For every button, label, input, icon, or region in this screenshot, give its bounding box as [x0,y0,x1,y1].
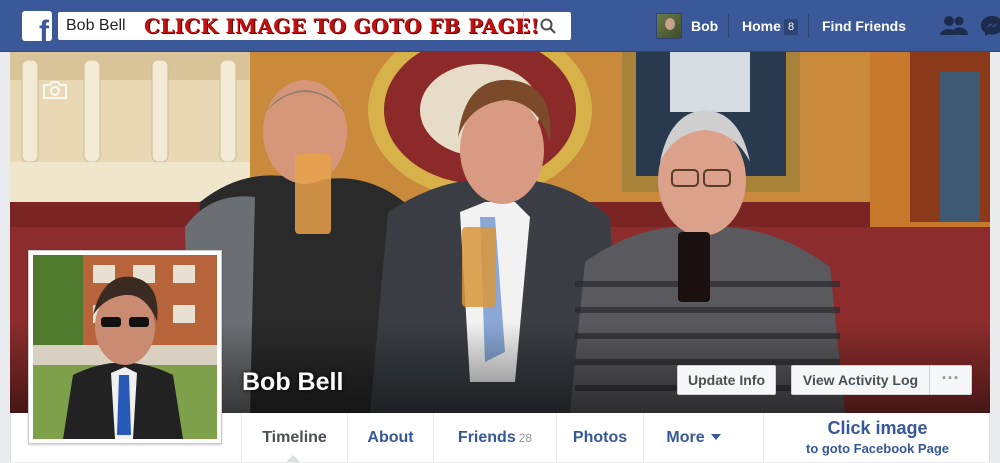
more-options-button[interactable]: ··· [929,365,972,395]
update-info-button[interactable]: Update Info [677,365,776,395]
search-input[interactable]: Bob Bell [66,17,126,35]
messages-icon[interactable] [980,15,1000,37]
top-navigation-bar: f Bob Bell CLICK IMAGE TO GOTO FB PAGE! … [0,0,1000,52]
more-caret-icon [710,434,721,440]
cta-line-2: to goto Facebook Page [805,441,949,456]
tab-more[interactable]: More [643,413,743,462]
search-icon [540,18,556,34]
friends-count: 28 [518,431,533,445]
nav-divider [808,14,809,38]
nav-divider [728,14,729,38]
profile-name[interactable]: Bob Bell [242,368,343,397]
search-bar[interactable]: Bob Bell CLICK IMAGE TO GOTO FB PAGE! [58,12,571,40]
facebook-logo-icon[interactable]: f [22,11,52,41]
home-notification-badge: 8 [784,19,798,35]
facebook-page-link[interactable]: Click image to goto Facebook Page [763,413,991,462]
tab-friends[interactable]: Friends 28 [433,413,556,462]
profile-picture-image [33,255,217,439]
search-button[interactable] [523,12,571,40]
nav-home-link[interactable]: Home [742,18,781,34]
tab-photos[interactable]: Photos [556,413,643,462]
profile-picture[interactable] [28,250,222,444]
active-tab-indicator [286,455,300,462]
camera-icon[interactable] [42,80,68,100]
friend-requests-icon[interactable] [940,15,968,37]
nav-find-friends-link[interactable]: Find Friends [822,18,906,34]
view-activity-log-button[interactable]: View Activity Log [791,365,929,395]
search-banner-text: CLICK IMAGE TO GOTO FB PAGE! [144,14,540,38]
nav-user-name[interactable]: Bob [691,18,718,34]
user-avatar[interactable] [656,13,682,39]
tab-about[interactable]: About [347,413,433,462]
cta-line-1: Click image [827,418,928,438]
